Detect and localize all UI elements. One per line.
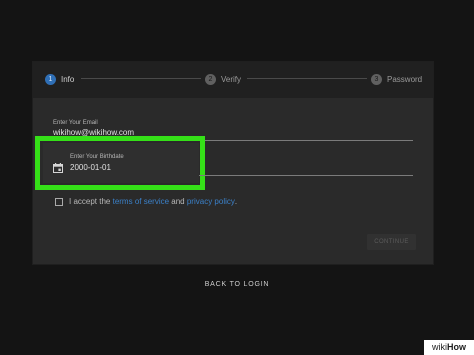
stepper: 1 Info 2 Verify 3 Password: [33, 62, 433, 98]
step-label-verify: Verify: [221, 74, 242, 84]
terms-suffix: .: [234, 197, 238, 206]
step-info[interactable]: 1 Info: [45, 71, 74, 87]
birthdate-field[interactable]: Enter Your Birthdate 2000-01-01: [43, 143, 199, 183]
continue-button[interactable]: CONTINUE: [367, 234, 416, 250]
email-label: Enter Your Email: [53, 120, 98, 126]
step-number-3: 3: [371, 73, 382, 85]
back-to-login-link[interactable]: BACK TO LOGIN: [0, 281, 474, 288]
step-connector: [81, 78, 201, 79]
step-label-password: Password: [387, 74, 423, 84]
step-verify[interactable]: 2 Verify: [205, 71, 241, 87]
birthdate-underline: [199, 175, 413, 176]
terms-prefix: I accept the: [69, 197, 113, 206]
step-password[interactable]: 3 Password: [371, 71, 422, 87]
terms-of-service-link[interactable]: terms of service: [113, 197, 169, 206]
birthdate-label: Enter Your Birthdate: [70, 154, 124, 160]
terms-row: I accept the terms of service and privac…: [55, 197, 237, 206]
step-number-1: 1: [45, 73, 56, 85]
step-label-info: Info: [61, 74, 75, 84]
wikihow-how: How: [447, 342, 466, 352]
step-number-2: 2: [205, 73, 216, 85]
terms-checkbox[interactable]: [55, 197, 63, 206]
terms-middle: and: [169, 197, 187, 206]
privacy-policy-link[interactable]: privacy policy: [187, 197, 235, 206]
wikihow-wiki: wiki: [432, 342, 447, 352]
birthdate-value: 2000-01-01: [70, 163, 111, 172]
calendar-icon[interactable]: [53, 160, 63, 173]
wikihow-watermark: wikiHow: [424, 340, 474, 355]
step-connector: [247, 78, 367, 79]
